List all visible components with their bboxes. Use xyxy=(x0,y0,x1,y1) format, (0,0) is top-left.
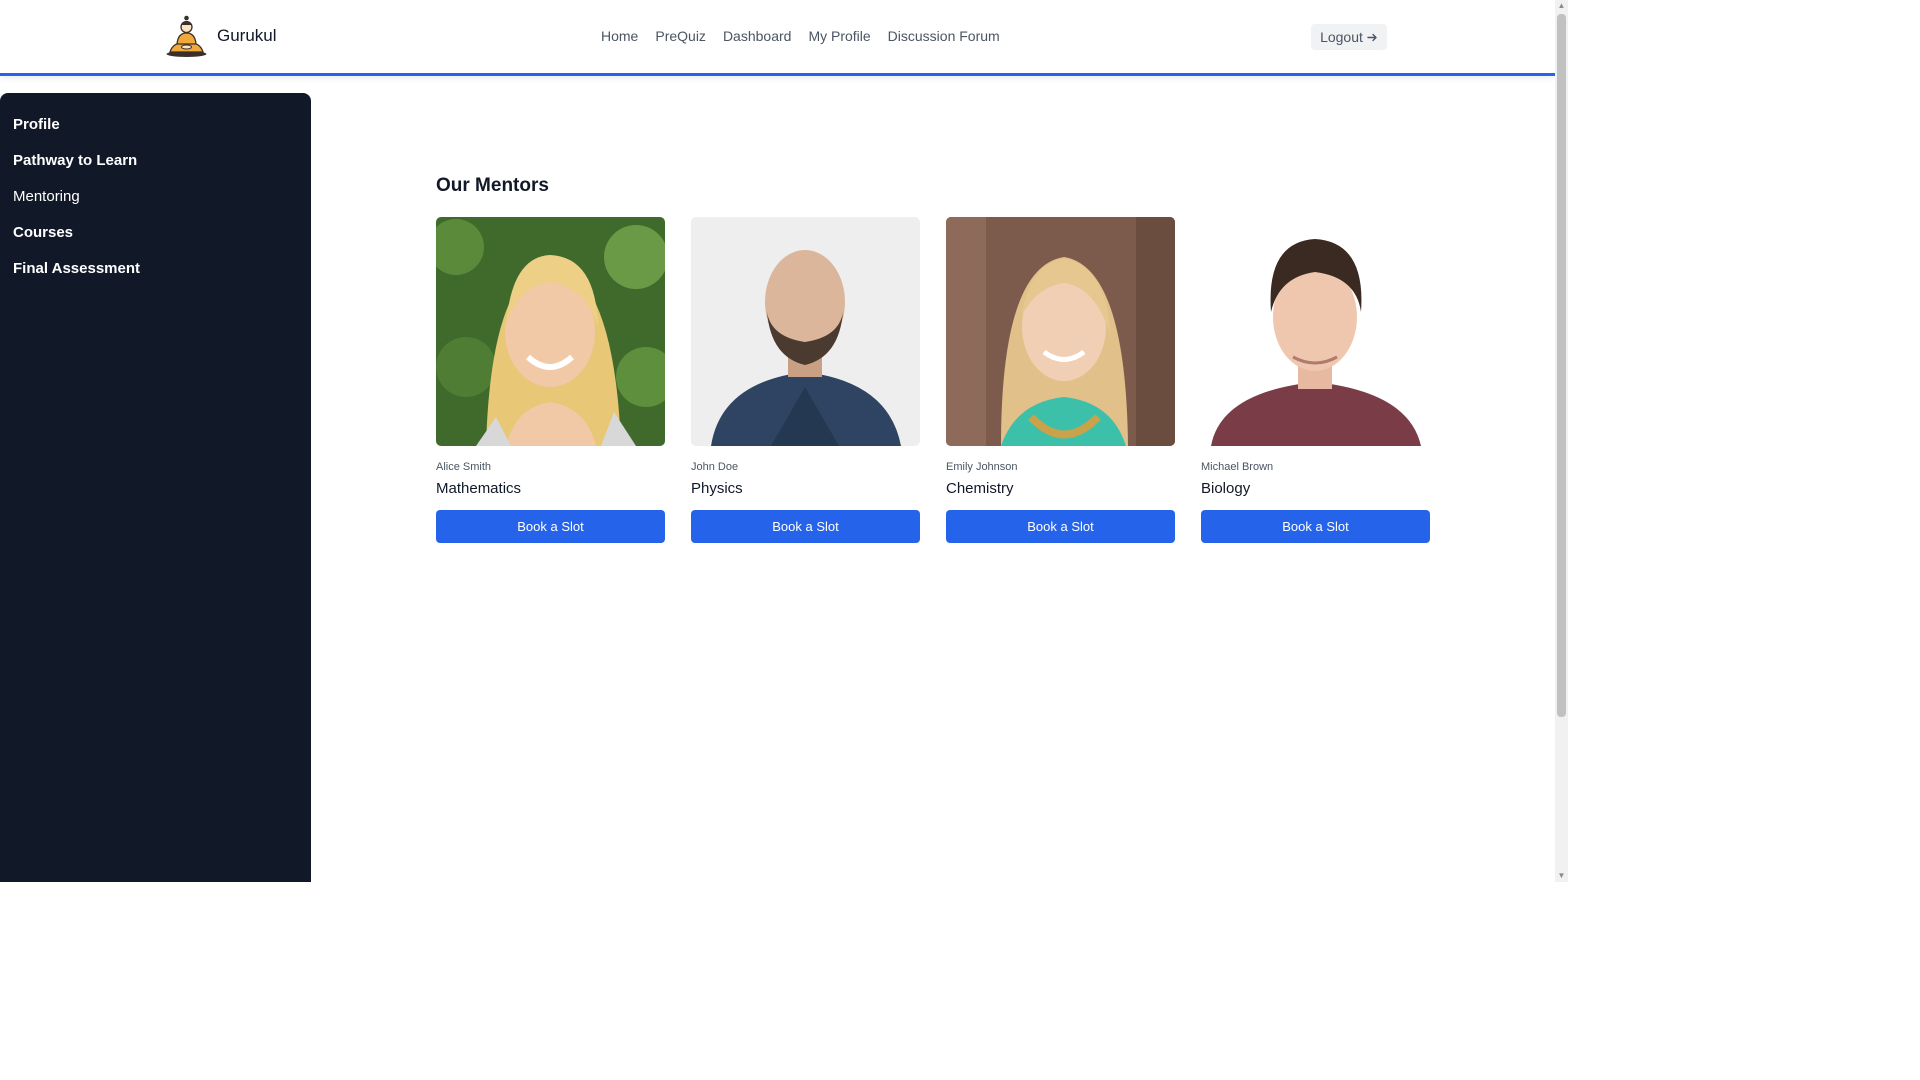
sidebar-item-profile[interactable]: Profile xyxy=(0,115,311,151)
arrow-right-icon xyxy=(1367,33,1377,41)
mentor-cards: Alice Smith Mathematics Book a Slot John… xyxy=(436,217,1430,543)
book-slot-button[interactable]: Book a Slot xyxy=(1201,510,1430,543)
nav-discussion-forum[interactable]: Discussion Forum xyxy=(888,28,1000,44)
mentor-photo xyxy=(436,217,665,446)
mentor-photo xyxy=(691,217,920,446)
logout-label: Logout xyxy=(1320,29,1363,45)
mentor-name: Alice Smith xyxy=(436,461,492,473)
section-title: Our Mentors xyxy=(436,175,549,196)
nav-my-profile[interactable]: My Profile xyxy=(808,28,870,44)
mentor-subject: Physics xyxy=(691,480,743,497)
mentor-photo xyxy=(1201,217,1430,446)
page: Gurukul Home PreQuiz Dashboard My Profil… xyxy=(0,0,1568,882)
mentor-name: Michael Brown xyxy=(1201,461,1274,473)
top-navbar: Gurukul Home PreQuiz Dashboard My Profil… xyxy=(0,0,1555,76)
brand[interactable]: Gurukul xyxy=(165,14,277,58)
scroll-down-icon[interactable]: ▼ xyxy=(1555,870,1568,882)
sidebar-item-courses[interactable]: Courses xyxy=(0,223,311,259)
nav-home[interactable]: Home xyxy=(601,28,638,44)
mentor-subject: Chemistry xyxy=(946,480,1014,497)
main-nav: Home PreQuiz Dashboard My Profile Discus… xyxy=(601,28,1000,44)
sidebar: Profile Pathway to Learn Mentoring Cours… xyxy=(0,93,311,882)
book-slot-button[interactable]: Book a Slot xyxy=(691,510,920,543)
mentor-card: Alice Smith Mathematics Book a Slot xyxy=(436,217,665,543)
scroll-up-icon[interactable]: ▲ xyxy=(1555,0,1568,12)
nav-prequiz[interactable]: PreQuiz xyxy=(655,28,706,44)
sidebar-item-mentoring[interactable]: Mentoring xyxy=(0,187,311,223)
scrollbar[interactable]: ▲ ▼ xyxy=(1555,0,1568,882)
sidebar-item-pathway-to-learn[interactable]: Pathway to Learn xyxy=(0,151,311,187)
brand-name: Gurukul xyxy=(217,26,277,45)
mentor-subject: Biology xyxy=(1201,480,1251,497)
mentor-card: Michael Brown Biology Book a Slot xyxy=(1201,217,1430,543)
mentor-name: Emily Johnson xyxy=(946,461,1018,473)
book-slot-button[interactable]: Book a Slot xyxy=(436,510,665,543)
meditating-figure-logo-icon xyxy=(166,15,207,57)
sidebar-item-final-assessment[interactable]: Final Assessment xyxy=(0,259,311,295)
book-slot-button[interactable]: Book a Slot xyxy=(946,510,1175,543)
nav-dashboard[interactable]: Dashboard xyxy=(723,28,792,44)
mentor-photo xyxy=(946,217,1175,446)
logout-button[interactable]: Logout xyxy=(1311,24,1387,50)
mentor-card: John Doe Physics Book a Slot xyxy=(691,217,920,543)
scrollbar-thumb[interactable] xyxy=(1557,14,1566,717)
mentor-subject: Mathematics xyxy=(436,480,522,497)
mentor-card: Emily Johnson Chemistry Book a Slot xyxy=(946,217,1175,543)
mentor-name: John Doe xyxy=(691,461,739,473)
